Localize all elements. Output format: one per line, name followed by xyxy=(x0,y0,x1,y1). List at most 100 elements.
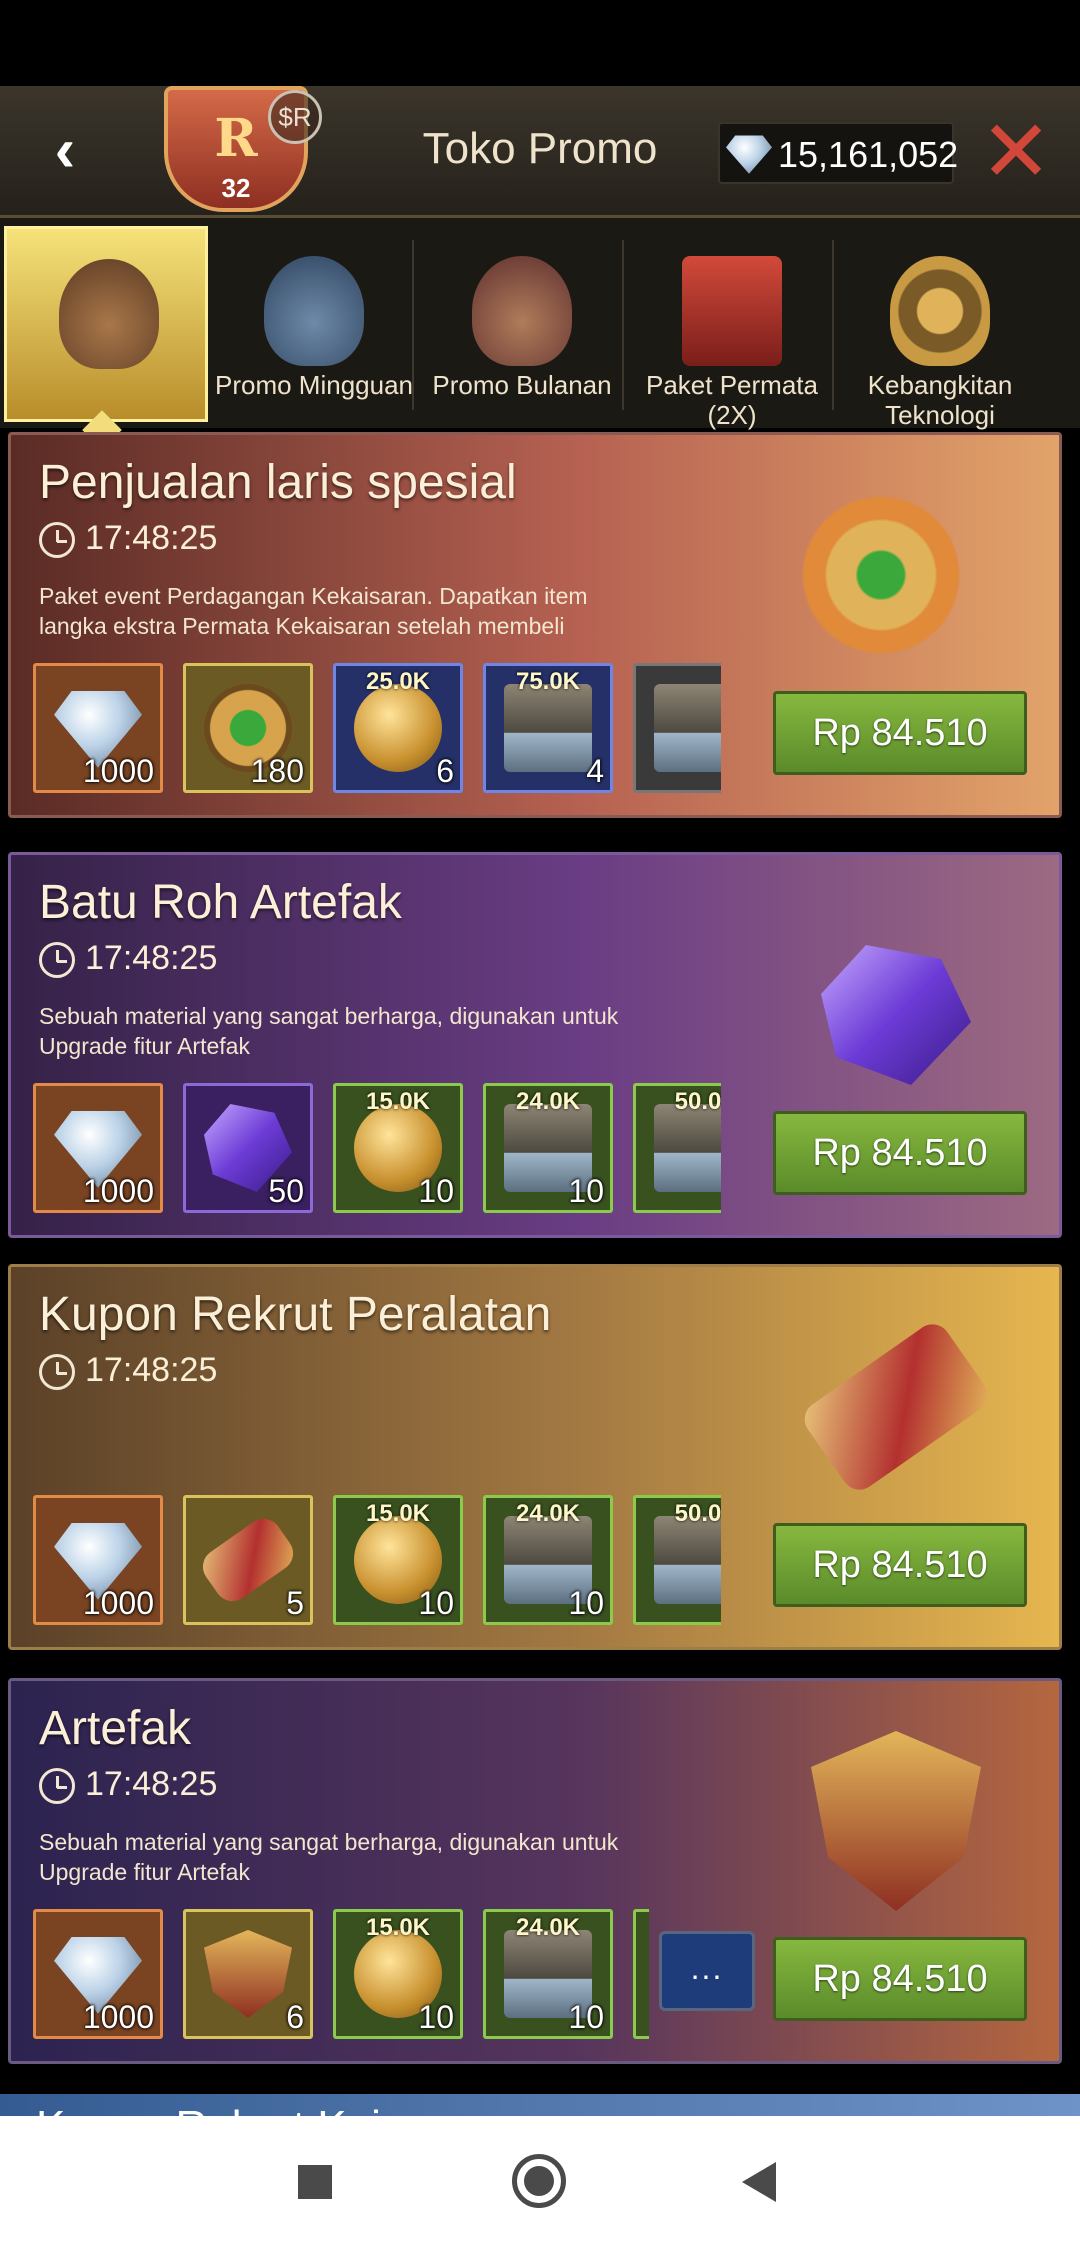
item-value: 24.0K xyxy=(515,1088,581,1115)
reward-item[interactable]: 25.0K 6 xyxy=(333,663,463,793)
offer-title: Kupon Rekrut Peralatan xyxy=(39,1288,552,1341)
gold-coin-icon xyxy=(354,684,442,772)
item-qty: 1000 xyxy=(82,1173,154,1209)
offer-card-artefak: Artefak 17:48:25 Sebuah material yang sa… xyxy=(8,1678,1062,2064)
reward-item[interactable]: 15.0K 10 xyxy=(333,1083,463,1213)
reward-item[interactable] xyxy=(633,663,721,793)
reward-item[interactable]: 24.0K 10 xyxy=(483,1083,613,1213)
reward-item[interactable]: 180 xyxy=(183,663,313,793)
offer-title: Batu Roh Artefak xyxy=(39,876,402,929)
more-items-button[interactable]: ... xyxy=(659,1931,755,2011)
nav-back-icon[interactable] xyxy=(742,2162,776,2202)
offer-description: Sebuah material yang sangat berharga, di… xyxy=(39,1003,619,1059)
offer-card-batu-roh-artefak: Batu Roh Artefak 17:48:25 Sebuah materia… xyxy=(8,852,1062,1238)
item-value: 50.0 xyxy=(674,1088,721,1115)
item-qty: 10 xyxy=(418,1585,454,1621)
resource-chest-icon xyxy=(654,1516,721,1604)
page-title: Toko Promo xyxy=(422,124,658,173)
timer-text: 17:48:25 xyxy=(85,519,218,557)
reward-item[interactable]: 5 xyxy=(183,1495,313,1625)
artifact-icon xyxy=(204,1930,292,2018)
tab-daily-promo[interactable] xyxy=(4,226,208,422)
clock-icon xyxy=(39,1354,75,1390)
tab-promo-mingguan[interactable]: Promo Mingguan xyxy=(212,226,416,422)
back-button[interactable]: ‹ xyxy=(30,116,100,186)
item-qty: 10 xyxy=(418,1999,454,2035)
reward-item[interactable] xyxy=(633,1909,649,2039)
item-qty: 5 xyxy=(286,1585,304,1621)
home-icon[interactable] xyxy=(512,2154,566,2208)
item-qty: 10 xyxy=(418,1173,454,1209)
purple-crystal-art xyxy=(821,945,971,1085)
item-qty: 10 xyxy=(568,1173,604,1209)
offer-card-penjualan-laris: Penjualan laris spesial 17:48:25 Paket e… xyxy=(8,432,1062,818)
coin-bag-1-icon xyxy=(59,259,159,369)
gems-balance[interactable]: 15,161,052 xyxy=(718,122,958,184)
recent-apps-icon[interactable] xyxy=(298,2165,332,2199)
reward-items: 1000 50 15.0K 10 24.0K 10 50.0 xyxy=(33,1083,721,1215)
gift-box-icon xyxy=(682,256,782,366)
tab-divider xyxy=(832,240,834,410)
reward-item[interactable]: 1000 xyxy=(33,1495,163,1625)
gems-value: 15,161,052 xyxy=(778,134,959,175)
buy-button[interactable]: Rp 84.510 xyxy=(773,1111,1027,1195)
item-value: 15.0K xyxy=(365,1088,431,1115)
tab-promo-bulanan[interactable]: Promo Bulanan xyxy=(420,226,624,422)
recruit-scroll-art xyxy=(797,1317,995,1497)
reward-items: 1000 5 15.0K 10 24.0K 10 50.0 xyxy=(33,1495,721,1627)
buy-button[interactable]: Rp 84.510 xyxy=(773,691,1027,775)
tab-kebangkitan-teknologi[interactable]: Kebangkitan Teknologi xyxy=(838,226,1042,430)
reward-item[interactable]: 1000 xyxy=(33,663,163,793)
player-emblem[interactable]: R 32 $R xyxy=(164,86,322,212)
tab-paket-permata[interactable]: Paket Permata (2X) xyxy=(630,226,834,430)
item-qty: 10 xyxy=(568,1999,604,2035)
item-value: 24.0K xyxy=(515,1500,581,1527)
item-value: 15.0K xyxy=(365,1500,431,1527)
coin-bag-30-icon xyxy=(472,256,572,366)
close-button[interactable]: ✕ xyxy=(980,109,1052,195)
reward-item[interactable]: 6 xyxy=(183,1909,313,2039)
status-bar xyxy=(0,0,1080,86)
tab-divider xyxy=(412,240,414,410)
item-qty: 10 xyxy=(568,1585,604,1621)
timer-text: 17:48:25 xyxy=(85,1765,218,1803)
reward-item[interactable]: 75.0K 4 xyxy=(483,663,613,793)
reward-item[interactable]: 1000 xyxy=(33,1083,163,1213)
item-qty: 4 xyxy=(586,753,604,789)
timer-text: 17:48:25 xyxy=(85,939,218,977)
tab-divider xyxy=(622,240,624,410)
tab-label: Promo Bulanan xyxy=(432,370,612,400)
reward-item[interactable]: 24.0K 10 xyxy=(483,1495,613,1625)
coin-bag-7-icon xyxy=(264,256,364,366)
item-qty: 1000 xyxy=(82,1585,154,1621)
treasure-chest-icon xyxy=(654,684,721,772)
item-value: 25.0K xyxy=(365,668,431,695)
reward-item[interactable]: 50.0 xyxy=(633,1083,721,1213)
resource-chest-icon xyxy=(654,1104,721,1192)
buy-button[interactable]: Rp 84.510 xyxy=(773,1937,1027,2021)
reward-item[interactable]: 24.0K 10 xyxy=(483,1909,613,2039)
reward-items: 1000 180 25.0K 6 75.0K 4 xyxy=(33,663,721,795)
item-value: 50.0 xyxy=(674,1500,721,1527)
item-qty: 50 xyxy=(268,1173,304,1209)
offer-card-kupon-rekrut: Kupon Rekrut Peralatan 17:48:25 1000 5 1… xyxy=(8,1264,1062,1650)
item-qty: 180 xyxy=(250,753,304,789)
reward-item[interactable]: 15.0K 10 xyxy=(333,1495,463,1625)
reward-items: 1000 6 15.0K 10 24.0K 10 xyxy=(33,1909,649,2041)
reward-item[interactable]: 50.0 xyxy=(633,1495,721,1625)
reward-item[interactable]: 15.0K 10 xyxy=(333,1909,463,2039)
reward-item[interactable]: 50 xyxy=(183,1083,313,1213)
artifact-shield-art xyxy=(811,1731,981,1911)
item-value: 24.0K xyxy=(515,1914,581,1941)
item-qty: 6 xyxy=(436,753,454,789)
player-level: 32 xyxy=(221,173,251,203)
promo-tabs: Promo Mingguan Promo Bulanan Paket Perma… xyxy=(0,218,1080,450)
buy-button[interactable]: Rp 84.510 xyxy=(773,1523,1027,1607)
vip-badge-icon: $R xyxy=(268,90,322,144)
tab-label: Paket Permata (2X) xyxy=(646,370,818,430)
emerald-medal-art xyxy=(781,495,981,655)
top-bar: ‹ R 32 $R Toko Promo 15,161,052 ✕ xyxy=(0,86,1080,218)
clock-icon xyxy=(39,942,75,978)
item-value: 75.0K xyxy=(515,668,581,695)
reward-item[interactable]: 1000 xyxy=(33,1909,163,2039)
